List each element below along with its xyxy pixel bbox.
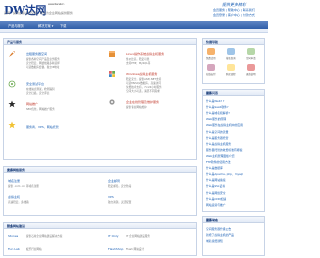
industry-panel-header: 行业网站建设 更多>> (4, 223, 196, 229)
faq-item[interactable]: 什么是网络安全 (206, 191, 226, 195)
support-item-desc: 提供 .com .cn 等域名注册 (8, 185, 39, 188)
product-desc: 支持PHP、MySQL等 (126, 62, 151, 65)
quick-nav-panel: 快捷导航 免费试用 域名查询 空间申请 在线支付 购买流程 退款说明 (202, 38, 265, 84)
latest-item[interactable]: 空间服务器升级公告 (206, 227, 231, 231)
quick-item-label[interactable]: 空间申请 (246, 56, 256, 60)
quick-item-label[interactable]: 购买流程 (226, 72, 236, 76)
quick-item-label[interactable]: 域名查询 (226, 56, 236, 60)
product-name[interactable]: 出租服务器空间 (26, 52, 47, 56)
faq-item[interactable]: 什么是数据库 (206, 166, 223, 170)
faq-item[interactable]: FTP软件的使用方法 (206, 160, 231, 164)
latest-item[interactable]: 域名续费通知 (206, 239, 223, 243)
products-panel: 产品与服务 出租服务器空间 提供各种空间产品及业务服务 安全稳定，网络线路多种选… (3, 38, 197, 160)
refund-icon[interactable] (247, 64, 255, 71)
product-name[interactable]: 企业在线管理及维护服务 (126, 100, 159, 104)
faq-item[interactable]: 什么是SaaS软件? (206, 105, 228, 109)
support-item-name[interactable]: 企业邮局 (108, 179, 120, 183)
product-name[interactable]: 服务商、VPS、网站托管 (26, 125, 59, 129)
industry-item-desc: IT 企业网站建设服务 (126, 235, 150, 238)
latest-item[interactable]: 新增了虚拟主机的产品 (206, 233, 234, 237)
faq-item[interactable]: 什么是Web? ? (206, 99, 224, 103)
product-desc: 可选数据库套餐，独立IP地址 (26, 66, 60, 69)
industry-item-name[interactable]: IT Only (108, 234, 119, 238)
faq-item[interactable]: 什么是CDN加速 (206, 197, 226, 201)
support-item-desc: 稳定邮局，安全防毒 (108, 185, 132, 188)
rocket-icon (9, 51, 15, 57)
faq-item[interactable]: 什么是空间的流量 (206, 130, 228, 134)
more-link[interactable]: 更多>> (7, 224, 193, 228)
support-item-desc: 高速稳定，多线路 (8, 201, 29, 204)
industry-item-desc: 提供石材企业网站建设解决方案 (26, 235, 63, 238)
more-link[interactable]: 更多 (206, 91, 261, 95)
faq-item[interactable]: Web服务在虚拟主机中的应用 (206, 123, 243, 127)
support-item-name[interactable]: 域名注册 (8, 179, 20, 183)
support-panel: 支持网络服务 更多>> 域名注册 提供 .com .cn 等域名注册 企业邮局 稳… (3, 166, 197, 216)
faq-item[interactable]: 网站运营与推广 (206, 203, 226, 207)
faq-item[interactable]: 什么是虚拟主机服务 (206, 142, 231, 146)
latest-panel: 最新动态 更多>> 空间服务器升级公告 新增了虚拟主机的产品 域名续费通知 (202, 216, 265, 256)
product-desc: 提供专业网站维护 (126, 106, 147, 109)
faq-item[interactable]: Web服务的原理 (206, 117, 226, 121)
ribbon-icon (8, 100, 16, 108)
product-name[interactable]: Linux操作系统虚拟主机服务 (126, 52, 164, 56)
more-link[interactable]: 更多>> (206, 218, 261, 222)
support-item-name[interactable]: VPS (108, 195, 114, 199)
main-nav: 产品与服务 解决方案 ▾ 下载 (0, 21, 268, 29)
trial-icon[interactable] (207, 48, 215, 55)
nav-item-download[interactable]: 下载 (60, 23, 66, 28)
windows-icon (109, 71, 115, 77)
product-name[interactable]: 网站推广 (26, 102, 38, 106)
nav-item-products[interactable]: 产品与服务 (8, 23, 24, 28)
industry-item-desc: 娱乐行业网站 (26, 248, 42, 251)
star-icon (8, 121, 16, 129)
quick-nav-header: 快捷导航 (203, 39, 264, 45)
support-item-name[interactable]: 虚拟主机 (8, 195, 20, 199)
faq-item[interactable]: 服务器托管的收费标准有哪些 (206, 148, 242, 152)
domain-search-icon[interactable] (227, 48, 235, 55)
product-desc: 安全扫描，安全评估 (26, 92, 50, 95)
faq-item[interactable]: 什么是SSL证书 (206, 184, 225, 188)
product-name[interactable]: Windows虚拟主机服务 (126, 72, 157, 76)
quick-item-label[interactable]: 在线支付 (206, 72, 216, 76)
cart-icon[interactable] (227, 64, 235, 71)
header-links-bottom[interactable]: 会员登录 | 客户中心 | 付款方式 (213, 13, 255, 17)
support-item-desc: 独立资源，灵活配置 (108, 201, 132, 204)
industry-item-name[interactable]: Fun Lab (8, 247, 20, 251)
sub-nav-bar (0, 29, 268, 33)
faq-item[interactable]: Web主机管理面板介绍 (206, 154, 234, 158)
product-name[interactable]: 安全测试平台 (26, 82, 44, 86)
logo-domain: www.dw.net.cn (47, 2, 65, 6)
faq-panel: 最新问答 更多 什么是Web? ? 什么是SaaS软件? 什么是域名和解析? Web服务… (202, 89, 265, 212)
product-desc: 空间大小可选，满足不同需求 (126, 90, 160, 93)
faq-item[interactable]: 什么是网站备案 (206, 178, 226, 182)
payment-icon[interactable] (207, 64, 215, 71)
industry-panel: 行业网站建设 更多>> Stones 提供石材企业网站建设解决方案 IT Only… (3, 222, 197, 256)
quick-item-label[interactable]: 退款说明 (246, 72, 256, 76)
quick-item-label[interactable]: 免费试用 (206, 56, 216, 60)
products-panel-header: 产品与服务 (4, 39, 196, 45)
nav-item-solutions[interactable]: 解决方案 ▾ (38, 23, 53, 28)
support-panel-header: 支持网络服务 更多>> (4, 167, 196, 173)
quick-nav-title: 快捷导航 (206, 40, 219, 44)
latest-panel-header: 最新动态 更多>> (203, 217, 264, 223)
product-desc: SEO优化，网站推广服务 (26, 108, 55, 111)
products-panel-title: 产品与服务 (7, 40, 23, 44)
faq-item[interactable]: 什么是域名和解析? (206, 111, 230, 115)
more-link[interactable]: 更多>> (7, 168, 193, 172)
site-logo[interactable]: DW达网 www.dw.net.cn (4, 2, 64, 18)
faq-panel-header: 最新问答 更多 (203, 90, 264, 96)
network-icon (8, 80, 16, 88)
site-tagline: 达网 · 提供虚拟主机空间，专业为企业网站提供服务 (4, 11, 73, 15)
faq-item[interactable]: 什么是服务器托管 (206, 136, 228, 140)
industry-item-name[interactable]: FlashShop (108, 247, 123, 251)
faq-item[interactable]: 什么是Apache, php、mysql (206, 172, 243, 176)
industry-item-name[interactable]: Stones (8, 234, 18, 238)
hosting-icon[interactable] (247, 48, 255, 55)
gear-icon (109, 99, 115, 105)
industry-item-desc: Flash 网站设计 (126, 248, 144, 251)
header-links-top[interactable]: 会员服务 | 帮助中心 | 联系我们 (213, 8, 255, 12)
box-icon (109, 51, 115, 57)
